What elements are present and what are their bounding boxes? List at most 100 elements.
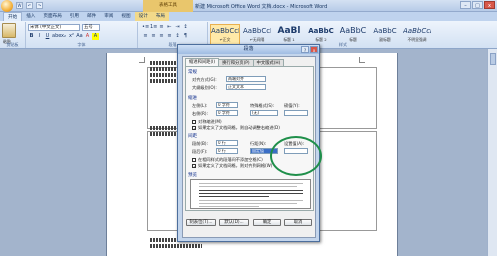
no-space-checkbox[interactable] <box>192 158 196 162</box>
window-controls: – □ x <box>460 1 495 9</box>
dialog-controls: ? x <box>301 46 318 53</box>
subscript-button[interactable]: x₂ <box>60 33 67 40</box>
tab-indents-spacing[interactable]: 缩进和间距(I) <box>185 58 220 66</box>
font-group-label: 字体 <box>77 42 86 47</box>
indent-by-label: 磅值(Y): <box>284 103 300 108</box>
special-indent-label: 特殊格式(S): <box>250 103 275 108</box>
tab-page-layout[interactable]: 页面布局 <box>39 12 65 21</box>
mirror-indent-checkbox[interactable] <box>192 120 196 124</box>
tab-view[interactable]: 视图 <box>117 12 134 21</box>
office-button[interactable] <box>1 0 13 12</box>
crop-mark <box>139 57 145 63</box>
dialog-close-button[interactable]: x <box>310 46 318 53</box>
indent-heading: 缩进 <box>188 96 197 101</box>
bold-button[interactable]: B <box>28 33 35 40</box>
preview-line <box>199 193 303 194</box>
increase-indent-icon[interactable]: ⇥ <box>174 24 181 31</box>
general-heading: 常规 <box>188 70 197 75</box>
vertical-scrollbar[interactable] <box>487 49 497 256</box>
preview-line <box>199 203 297 204</box>
ok-button[interactable]: 确定 <box>253 219 281 226</box>
tab-review[interactable]: 审阅 <box>100 12 117 21</box>
line-spacing-label: 行距(N): <box>250 141 267 146</box>
snap-grid-checkbox[interactable]: ✓ <box>192 164 196 169</box>
ribbon-tabs: 开始 插入 页面布局 引用 邮件 审阅 视图 设计 布局 <box>0 12 497 21</box>
tab-references[interactable]: 引用 <box>66 12 83 21</box>
clipboard-group-label: 剪贴板 <box>6 42 19 47</box>
indent-by-input[interactable] <box>284 110 308 116</box>
clipboard-group: 粘贴 剪贴板 <box>0 22 26 48</box>
default-button[interactable]: 默认(D)... <box>219 219 249 226</box>
redo-icon[interactable]: ↷ <box>36 2 43 9</box>
numbering-icon[interactable]: 1≡ <box>150 24 157 31</box>
paste-button[interactable] <box>2 23 16 38</box>
before-label: 段前(B): <box>192 141 208 146</box>
align-center-button[interactable]: ≡ <box>150 33 157 40</box>
tab-home[interactable]: 开始 <box>3 12 23 21</box>
superscript-button[interactable]: x² <box>68 33 75 40</box>
minimize-button[interactable]: – <box>460 1 471 9</box>
strikethrough-button[interactable]: abe <box>52 33 61 40</box>
quick-access-toolbar: W ↶ ↷ <box>16 2 43 9</box>
tab-asian-typography[interactable]: 中文版式(H) <box>252 59 285 66</box>
font-name-select[interactable]: 宋体 (中文正文) <box>28 24 80 31</box>
before-input[interactable]: 0 行 <box>216 140 238 146</box>
title-bar: W ↶ ↷ 表格工具 新建 Microsoft Office Word 文档.d… <box>0 0 497 12</box>
outline-level-label: 大纲级别(O): <box>192 85 217 90</box>
font-size-select[interactable]: 五号 <box>82 24 100 31</box>
spacing-heading: 间距 <box>188 134 197 139</box>
para-row-2: ≡ ≡ ≡ ≡ ↕ ¶ <box>142 33 189 40</box>
left-indent-label: 左侧(L): <box>192 103 208 108</box>
crop-mark <box>359 57 365 63</box>
snap-grid-label: 如果定义了文档网格，则对齐到网格(W) <box>198 163 273 168</box>
after-label: 段后(F): <box>192 149 208 154</box>
tab-line-page-breaks[interactable]: 换行和分页(P) <box>218 59 254 66</box>
show-marks-button[interactable]: ¶ <box>182 33 189 40</box>
left-indent-input[interactable]: 0 字符 <box>216 102 238 108</box>
tab-insert[interactable]: 插入 <box>22 12 39 21</box>
auto-adjust-label: 如果定义了文档网格，则自动调整右缩进(D) <box>198 125 280 130</box>
auto-adjust-checkbox[interactable]: ✓ <box>192 126 196 131</box>
italic-button[interactable]: I <box>36 33 43 40</box>
align-right-button[interactable]: ≡ <box>158 33 165 40</box>
bullets-icon[interactable]: •≡ <box>142 24 149 31</box>
justify-button[interactable]: ≡ <box>166 33 173 40</box>
tab-mailings[interactable]: 邮件 <box>83 12 100 21</box>
help-button[interactable]: ? <box>301 46 309 53</box>
multilevel-icon[interactable]: ≡ <box>158 24 165 31</box>
maximize-button[interactable]: □ <box>472 1 483 9</box>
right-indent-label: 右侧(R): <box>192 111 208 116</box>
font-format-row: B I U abe x₂ x² Aa A A <box>28 33 99 40</box>
preview-line <box>199 196 269 197</box>
underline-button[interactable]: U <box>44 33 51 40</box>
alignment-label: 对齐方式(G): <box>192 77 217 82</box>
window-title: 新建 Microsoft Office Word 文档.docx - Micro… <box>195 4 328 10</box>
preview-line <box>199 186 297 187</box>
font-color-button[interactable]: A <box>84 33 91 40</box>
undo-icon[interactable]: ↶ <box>26 2 33 9</box>
dialog-title-bar: 段落 ? x <box>178 45 319 54</box>
right-indent-input[interactable]: 0 字符 <box>216 110 238 116</box>
sort-icon[interactable]: ↕ <box>182 24 189 31</box>
word-icon[interactable]: W <box>16 2 23 9</box>
alignment-select[interactable]: 两端对齐 <box>226 76 266 82</box>
change-case-button[interactable]: Aa <box>76 33 83 40</box>
font-group: 宋体 (中文正文) 五号 B I U abe x₂ x² Aa A A 字体 <box>26 22 138 48</box>
tab-design[interactable]: 设计 <box>134 12 152 21</box>
close-button[interactable]: x <box>484 1 495 9</box>
special-indent-select[interactable]: (无) <box>250 110 278 116</box>
paragraph-preview <box>190 179 311 209</box>
align-left-button[interactable]: ≡ <box>142 33 149 40</box>
scroll-thumb[interactable] <box>490 53 496 65</box>
tabs-button[interactable]: 制表位(T)... <box>186 219 216 226</box>
decrease-indent-icon[interactable]: ⇤ <box>166 24 173 31</box>
doc-text-line <box>150 244 202 248</box>
highlight-button[interactable]: A <box>92 33 99 40</box>
tab-layout[interactable]: 布局 <box>151 12 170 21</box>
preview-line <box>199 183 303 184</box>
after-input[interactable]: 0 行 <box>216 148 238 154</box>
line-spacing-button[interactable]: ↕ <box>174 33 181 40</box>
outline-level-select[interactable]: 正文文本 <box>226 84 266 90</box>
preview-line <box>199 200 303 201</box>
cancel-button[interactable]: 取消 <box>284 219 312 226</box>
